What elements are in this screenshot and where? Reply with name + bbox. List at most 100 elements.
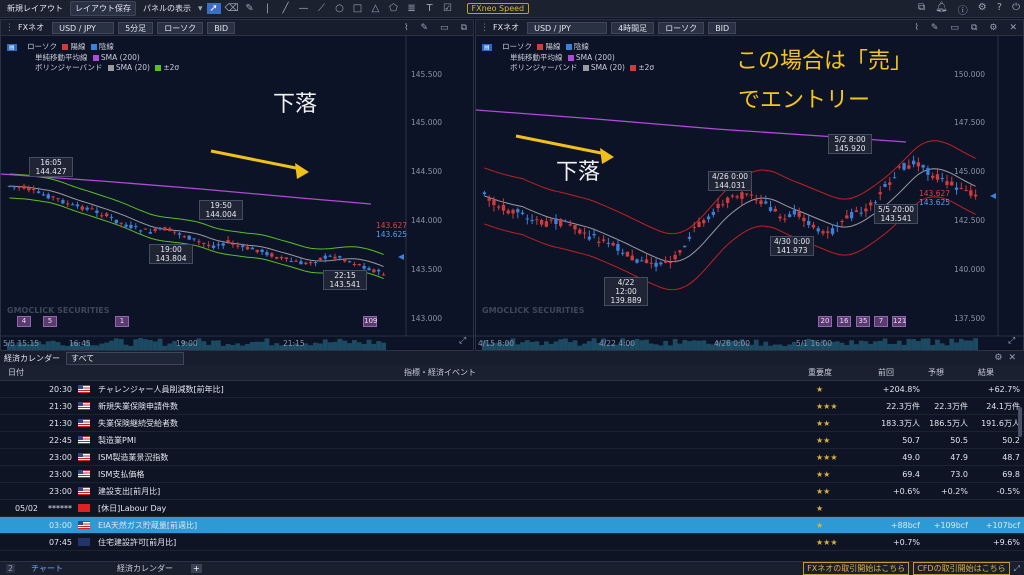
help-icon[interactable]: ? — [997, 2, 1002, 17]
calendar-row[interactable]: 22:45 製造業PMI ★★ 50.7 50.5 50.2 — [0, 432, 1024, 449]
volume-bar — [558, 339, 564, 350]
candle-body — [202, 242, 206, 244]
save-layout-button[interactable]: レイアウト保存 — [70, 1, 136, 16]
tab-calendar[interactable]: 経済カレンダー — [117, 563, 173, 574]
candle-body — [821, 231, 825, 234]
zoom-icon[interactable]: ⤢ — [1008, 336, 1015, 346]
event-badge[interactable]: 5 — [43, 316, 57, 327]
chart-type-select[interactable]: ローソク — [157, 21, 204, 34]
volume-bar — [55, 342, 61, 350]
candle-body — [931, 175, 935, 178]
event-badge[interactable]: 4 — [17, 316, 31, 327]
calendar-row[interactable]: 23:00 建設支出[前月比] ★★ +0.6% +0.2% -0.5% — [0, 483, 1024, 500]
calendar-row[interactable]: 23:00 ISM支払価格 ★★ 69.4 73.0 69.8 — [0, 466, 1024, 483]
volume-bar — [347, 343, 352, 350]
callout-time: 5/5 20:00 — [877, 205, 915, 214]
volume-bar — [147, 339, 153, 350]
trend-line-tool-icon[interactable]: ╱ — [279, 3, 293, 14]
horizontal-line-tool-icon[interactable]: — — [297, 3, 311, 14]
settings-icon[interactable]: ⚙ — [989, 23, 997, 33]
ray-tool-icon[interactable]: ⟋ — [315, 3, 329, 14]
chart-drag-icon[interactable]: ⋮ — [5, 23, 14, 33]
tab-list-icon[interactable]: 2 — [6, 564, 16, 573]
close-icon[interactable]: ✕ — [1009, 23, 1017, 33]
pentagon-tool-icon[interactable]: ⬠ — [387, 3, 401, 14]
draw-settings-icon[interactable]: ✎ — [421, 23, 429, 33]
fullscreen-icon[interactable]: ⤢ — [1014, 564, 1020, 574]
fib-tool-icon[interactable]: ≣ — [405, 3, 419, 14]
eraser-tool-icon[interactable]: ⌫ — [225, 3, 239, 14]
add-tab-icon[interactable]: + — [191, 564, 202, 573]
callout-time: 4/30 0:00 — [773, 237, 811, 246]
volume-bar — [648, 343, 654, 350]
event-badge[interactable]: 109 — [363, 316, 377, 327]
scrollbar[interactable] — [1018, 407, 1022, 437]
copy-icon[interactable]: ⧉ — [971, 23, 977, 33]
chart-drag-icon[interactable]: ⋮ — [480, 23, 489, 33]
close-icon[interactable]: ✕ — [1008, 353, 1016, 363]
panel-display-dropdown-icon[interactable]: ▾ — [198, 4, 203, 14]
window-icon[interactable]: ⧉ — [918, 2, 925, 17]
rectangle-tool-icon[interactable]: □ — [351, 3, 365, 14]
calendar-row[interactable]: 03:00 EIA天然ガス貯蔵量[前週比] ★ +88bcf +109bcf +107bc… — [0, 517, 1024, 534]
candle-body — [511, 209, 515, 214]
candle-body — [192, 238, 196, 240]
info-icon[interactable]: ⓘ — [958, 2, 968, 17]
logout-icon[interactable]: ⏻ — [1012, 2, 1020, 17]
event-badge[interactable]: 35 — [856, 316, 870, 327]
text-tool-icon[interactable]: T — [423, 3, 437, 14]
side-select[interactable]: BID — [708, 21, 737, 34]
settings-icon[interactable]: ⚙ — [994, 353, 1002, 363]
pair-select[interactable]: USD / JPY — [52, 21, 115, 34]
volume-bar — [763, 341, 769, 350]
copy-icon[interactable]: ⧉ — [461, 23, 467, 33]
zoom-icon[interactable]: ⤢ — [459, 336, 466, 346]
chart-type-select[interactable]: ローソク — [658, 21, 705, 34]
volume-bar — [668, 345, 673, 350]
legend-toggle-icon[interactable]: ▤ — [482, 44, 492, 51]
layout-icon[interactable]: ▭ — [440, 23, 449, 33]
fxneo-speed-button[interactable]: FXneo Speed — [466, 3, 530, 14]
event-badge[interactable]: 121 — [892, 316, 906, 327]
notification-icon[interactable]: 🔔︎ — [935, 2, 948, 17]
indicator-icon[interactable]: ⌇ — [404, 23, 408, 33]
legend-bb-sma: SMA (20) — [115, 63, 150, 72]
event-badge[interactable]: 20 — [818, 316, 832, 327]
triangle-tool-icon[interactable]: △ — [369, 3, 383, 14]
checkbox-tool-icon[interactable]: ☑ — [441, 3, 455, 14]
calendar-row[interactable]: 21:30 新規失業保険申請件数 ★★★ 22.3万件 22.3万件 24.1万件 — [0, 398, 1024, 415]
pen-tool-icon[interactable]: ✎ — [243, 3, 257, 14]
timeframe-select[interactable]: 5分足 — [118, 21, 154, 34]
layout-icon[interactable]: ▭ — [950, 23, 959, 33]
calendar-row[interactable]: 23:00 ISM製造業景況指数 ★★★ 49.0 47.9 48.7 — [0, 449, 1024, 466]
event-badge[interactable]: 16 — [837, 316, 851, 327]
calendar-row[interactable]: 20:30 チャレンジャー人員削減数[前年比] ★ +204.8% +62.7% — [0, 381, 1024, 398]
settings-icon[interactable]: ⚙ — [978, 2, 987, 17]
calendar-row[interactable]: 21:30 失業保険継続受給者数 ★★ 183.3万人 186.5万人 191.6万人 — [0, 415, 1024, 432]
chart-area[interactable] — [1, 36, 475, 351]
pair-select[interactable]: USD / JPY — [527, 21, 608, 34]
legend-toggle-icon[interactable]: ▤ — [7, 44, 17, 51]
row-importance: ★ — [816, 503, 824, 513]
side-select[interactable]: BID — [207, 21, 236, 34]
calendar-filter-select[interactable]: すべて — [66, 351, 184, 365]
panel-display-menu[interactable]: パネルの表示 — [140, 3, 194, 14]
row-result: +9.6% — [992, 537, 1020, 547]
event-badge[interactable]: 1 — [115, 316, 129, 327]
circle-tool-icon[interactable]: ○ — [333, 3, 347, 14]
calendar-row[interactable]: 07:45 住宅建設許可[前月比] ★★★ +0.7% +9.6% — [0, 534, 1024, 551]
vertical-line-tool-icon[interactable]: | — [261, 3, 275, 14]
timeframe-select[interactable]: 4時間足 — [611, 21, 655, 34]
fx-start-button[interactable]: FXネオの取引開始はこちら — [803, 562, 910, 575]
cfd-start-button[interactable]: CFDの取引開始はこちら — [913, 562, 1010, 575]
y-tick-label: 137.500 — [954, 314, 986, 323]
indicator-icon[interactable]: ⌇ — [914, 23, 918, 33]
tab-chart[interactable]: チャート — [31, 563, 63, 574]
cursor-tool-icon[interactable]: ➚ — [206, 3, 221, 14]
row-time: 23:00 — [48, 486, 72, 496]
event-badge[interactable]: 7 — [874, 316, 888, 327]
draw-settings-icon[interactable]: ✎ — [931, 23, 939, 33]
new-layout-button[interactable]: 新規レイアウト — [4, 3, 66, 14]
calendar-row[interactable]: 05/02 ****** [休日]Labour Day ★ — [0, 500, 1024, 517]
volume-bar — [677, 343, 683, 350]
